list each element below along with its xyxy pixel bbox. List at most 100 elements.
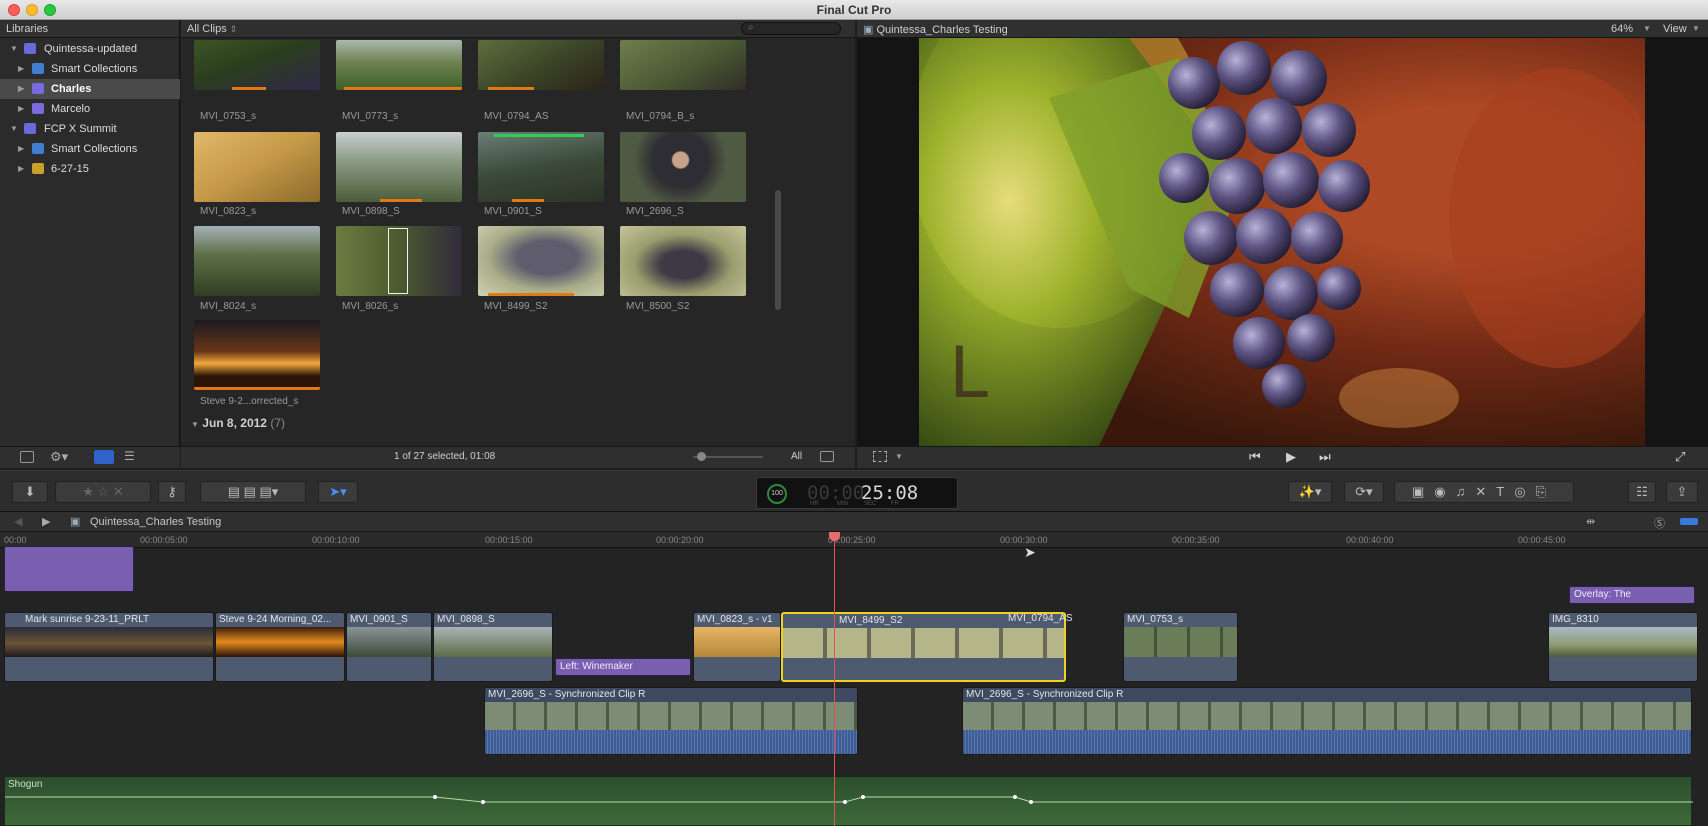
clip-size-slider[interactable]: [693, 452, 763, 462]
clip-name: Steve 9-24 Morning_02...: [219, 614, 332, 625]
enhancements-button[interactable]: ✨▾: [1288, 481, 1332, 503]
library-item-charles[interactable]: ▶ Charles: [0, 79, 180, 99]
synchronized-clip[interactable]: MVI_2696_S - Synchronized Clip R: [484, 687, 858, 755]
back-icon[interactable]: ◀: [14, 515, 22, 528]
timeline: ◀ ▶ ▣ Quintessa_Charles Testing ⇹ Ⓢ 00:0…: [0, 512, 1708, 826]
previous-edit-icon[interactable]: ⏮: [1249, 449, 1261, 465]
disclosure-closed-icon[interactable]: ▶: [18, 84, 24, 93]
disclosure-open-icon[interactable]: ▼: [10, 44, 18, 53]
library-item-smart-collections[interactable]: ▶ Smart Collections: [0, 59, 180, 79]
library-icon: [24, 43, 36, 54]
timeline-clip[interactable]: MVI_0753_s: [1123, 612, 1238, 682]
keyword-button[interactable]: ⚷: [158, 481, 186, 503]
fullscreen-icon[interactable]: ⤢: [1675, 449, 1685, 465]
playhead[interactable]: [834, 536, 835, 826]
playhead-handle[interactable]: [829, 532, 840, 541]
import-button[interactable]: ⬇: [12, 481, 48, 503]
clip-thumbnail[interactable]: [336, 40, 462, 90]
zoom-all-label[interactable]: All: [791, 451, 802, 462]
clip-thumbnail[interactable]: [620, 226, 746, 296]
music-track[interactable]: Shogun: [4, 776, 1693, 826]
library-item-fcp-x-summit[interactable]: ▼ FCP X Summit: [0, 119, 180, 139]
viewer-frame[interactable]: L: [919, 38, 1645, 446]
clip-thumbnail[interactable]: [336, 226, 462, 296]
audio-skimming-icon[interactable]: ⇹: [1586, 515, 1595, 528]
viewer-title: Quintessa_Charles Testing: [876, 24, 1008, 36]
edit-buttons[interactable]: ▤ ▤ ▤▾: [200, 481, 306, 503]
disclosure-closed-icon[interactable]: ▶: [18, 164, 24, 173]
disclosure-closed-icon[interactable]: ▶: [18, 64, 24, 73]
title-clip[interactable]: Left: Winemaker: [555, 658, 691, 676]
clip-appearance-icon[interactable]: [820, 451, 834, 462]
browser-footer: 1 of 27 selected, 01:08 All: [181, 446, 855, 468]
gear-icon[interactable]: ⚙▾: [50, 449, 68, 465]
transform-icon[interactable]: [873, 451, 887, 462]
clip-thumbnail[interactable]: [478, 40, 604, 90]
view-menu[interactable]: View: [1663, 23, 1687, 35]
clip-thumbnail[interactable]: [478, 132, 604, 202]
date-group-header[interactable]: ▼ Jun 8, 2012 (7): [191, 416, 285, 430]
ruler-tick: 00:00:20:00: [656, 535, 704, 545]
library-item-quintessa-updated[interactable]: ▼ Quintessa-updated: [0, 39, 180, 59]
forward-icon[interactable]: ▶: [42, 515, 50, 528]
share-button[interactable]: ⇪: [1666, 481, 1698, 503]
library-label: Charles: [51, 83, 92, 95]
ruler-tick: 00:00: [4, 535, 27, 545]
clip-thumbnail[interactable]: [194, 40, 320, 90]
timeline-clip[interactable]: MVI_0823_s - v1: [693, 612, 781, 682]
title-clip[interactable]: Overlay: The: [1569, 586, 1695, 604]
dashboard-timecode[interactable]: 100 00:00 25:08 HR MIN SEC FR: [756, 477, 958, 509]
clip-thumbnail[interactable]: [336, 132, 462, 202]
synchronized-clip[interactable]: MVI_2696_S - Synchronized Clip R: [962, 687, 1692, 755]
timecode-unit-label: MIN: [837, 501, 848, 507]
library-item-6-27-15[interactable]: ▶ 6-27-15: [0, 159, 180, 179]
clip-thumbnail[interactable]: [194, 132, 320, 202]
filmstrip-view-icon[interactable]: [94, 450, 114, 464]
clip-thumbnail[interactable]: [620, 40, 746, 90]
rating-buttons[interactable]: ★ ☆ ✕: [55, 481, 151, 503]
library-item-smart-collections-2[interactable]: ▶ Smart Collections: [0, 139, 180, 159]
disclosure-open-icon[interactable]: ▼: [10, 124, 18, 133]
sidebar-toggle-icon[interactable]: [20, 451, 34, 463]
timeline-clip[interactable]: MVI_0901_S: [346, 612, 432, 682]
clip-name: MVI_0823_s - v1: [697, 614, 773, 625]
next-edit-icon[interactable]: ⏭: [1319, 449, 1331, 465]
clip-browser: All Clips ⇕ ⌕ MVI_0753_s MVI_0773_s MVI_…: [181, 20, 855, 468]
clip-filter-menu[interactable]: All Clips: [187, 23, 227, 35]
inspector-button[interactable]: ☷: [1628, 481, 1656, 503]
timeline-clip[interactable]: MVI_0898_S: [433, 612, 553, 682]
timeline-clip[interactable]: Steve 9-24 Morning_02...: [215, 612, 345, 682]
disclosure-closed-icon[interactable]: ▶: [18, 144, 24, 153]
search-field[interactable]: ⌕: [741, 22, 841, 35]
search-icon: ⌕: [748, 22, 754, 33]
viewer-pane: ▣ Quintessa_Charles Testing 64% ▼ View ▼: [857, 20, 1708, 468]
chevron-down-icon[interactable]: ▼: [895, 452, 903, 461]
browser-header: All Clips ⇕ ⌕: [181, 20, 855, 38]
clip-thumbnail[interactable]: [194, 226, 320, 296]
clip-thumbnail[interactable]: [194, 320, 320, 390]
play-icon[interactable]: ▶: [1286, 449, 1296, 465]
background-tasks-indicator[interactable]: 100: [767, 484, 787, 504]
browser-scrollbar[interactable]: [775, 190, 781, 310]
timeline-clip[interactable]: Mark sunrise 9-23-11_PRLT: [4, 612, 214, 682]
selection-status: 1 of 27 selected, 01:08: [394, 451, 496, 462]
disclosure-open-icon[interactable]: ▼: [191, 420, 199, 429]
media-browser-buttons[interactable]: ▣◉♫✕T◎⎘: [1394, 481, 1574, 503]
clip-name: MVI_0794_AS: [484, 111, 549, 122]
timeline-clip[interactable]: IMG_8310: [1548, 612, 1698, 682]
clip-appearance-icon[interactable]: Ⓢ: [1654, 515, 1665, 531]
generator-clip[interactable]: [4, 546, 134, 592]
window-titlebar: Final Cut Pro: [0, 0, 1708, 20]
date-group-label: Jun 8, 2012: [202, 416, 267, 430]
disclosure-closed-icon[interactable]: ▶: [18, 104, 24, 113]
library-item-marcelo[interactable]: ▶ Marcelo: [0, 99, 180, 119]
ruler-tick: 00:00:10:00: [312, 535, 360, 545]
retime-button[interactable]: ⟳▾: [1344, 481, 1384, 503]
select-tool-button[interactable]: ➤▾: [318, 481, 358, 503]
timeline-ruler[interactable]: 00:00 00:00:05:00 00:00:10:00 00:00:15:0…: [0, 532, 1708, 548]
viewer-zoom-menu[interactable]: 64%: [1611, 23, 1633, 35]
clip-thumbnail[interactable]: [478, 226, 604, 296]
snapping-toggle[interactable]: [1680, 518, 1698, 525]
list-view-icon[interactable]: ☰: [124, 450, 140, 464]
clip-thumbnail[interactable]: [620, 132, 746, 202]
